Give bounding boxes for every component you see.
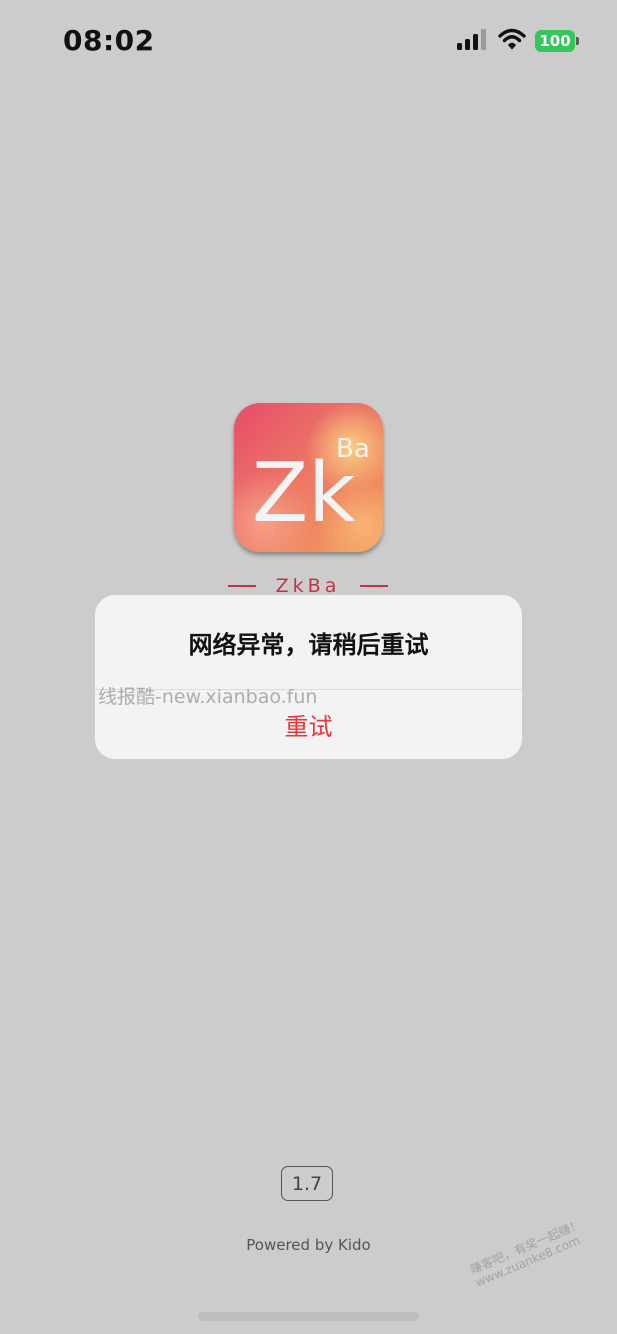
network-error-dialog: 网络异常，请稍后重试 重试 (95, 595, 522, 759)
status-time: 08:02 (63, 24, 155, 57)
status-icons: 100 (457, 28, 579, 54)
home-indicator[interactable] (198, 1312, 419, 1321)
brand-line-left (228, 585, 256, 587)
battery-level: 100 (539, 32, 571, 50)
brand-line-right (359, 585, 388, 587)
wifi-icon (498, 28, 526, 54)
version-badge: 1.7 (281, 1166, 333, 1201)
cellular-signal-icon (457, 28, 489, 54)
watermark-text: 线报酷-new.xianbao.fun (98, 686, 318, 708)
logo-text-sup: Ba (336, 434, 370, 464)
zkba-logo-icon: Zk Ba (252, 434, 370, 541)
app-logo: Zk Ba (234, 403, 383, 552)
dialog-message: 网络异常，请稍后重试 (188, 630, 429, 659)
battery-icon: 100 (535, 30, 579, 52)
brand-name: ZkBa (275, 575, 341, 597)
